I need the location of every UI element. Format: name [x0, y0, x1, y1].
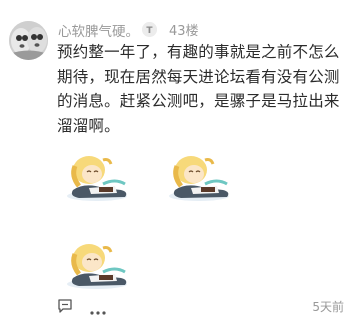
sleeping-character-sticker[interactable]	[59, 236, 141, 290]
username[interactable]: 心软脾气硬。	[58, 20, 139, 40]
comment-icon[interactable]	[57, 298, 73, 314]
svg-text:T: T	[146, 26, 153, 36]
avatar[interactable]	[9, 21, 48, 60]
post-time: 5天前	[312, 300, 344, 314]
sleeping-character-sticker[interactable]	[59, 148, 141, 202]
post-content: 预约整一年了，有趣的事就是之前不怎么期待，现在居然每天进论坛看有没有公测的消息。…	[57, 43, 340, 135]
floor-number: 43楼	[169, 24, 199, 39]
more-options-icon[interactable]	[89, 302, 107, 315]
level-badge-icon: T	[142, 22, 157, 37]
sleeping-character-sticker[interactable]	[161, 148, 243, 202]
